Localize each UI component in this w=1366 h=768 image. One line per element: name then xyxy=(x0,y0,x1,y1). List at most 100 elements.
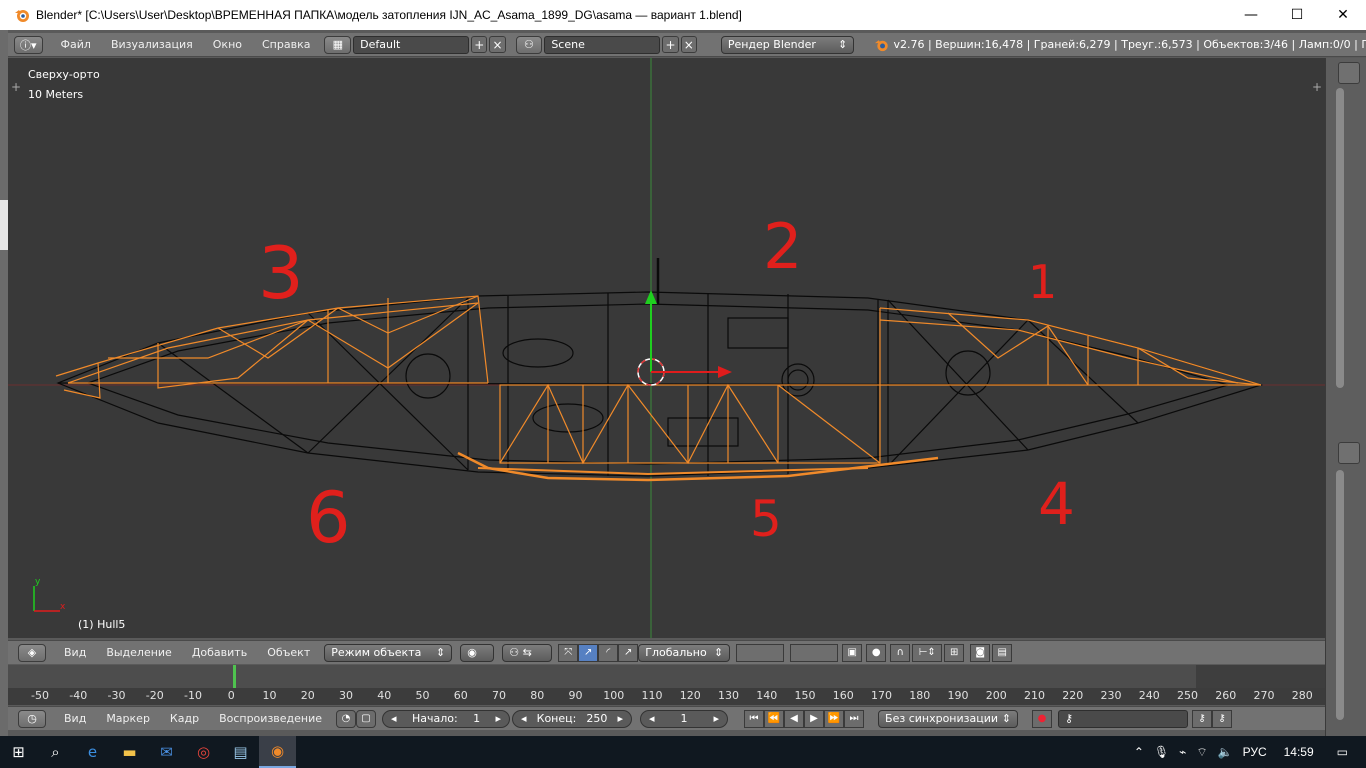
jump-end-button[interactable]: ⏭ xyxy=(844,709,865,728)
menu-window[interactable]: Окно xyxy=(203,38,252,51)
chevron-up-icon[interactable]: ⌃ xyxy=(1134,745,1144,759)
folder-icon: ▬ xyxy=(122,743,137,761)
jump-end-icon: ⏭ xyxy=(849,713,859,724)
menu-object[interactable]: Объект xyxy=(257,646,320,659)
minimize-button[interactable]: — xyxy=(1228,0,1274,30)
snap-target-button[interactable]: ⊞ xyxy=(944,643,965,662)
current-frame-field[interactable]: ◂ 1 ▸ xyxy=(640,709,729,728)
menu-add[interactable]: Добавить xyxy=(182,646,257,659)
start-frame-field[interactable]: ◂ Начало: 1 ▸ xyxy=(382,709,511,728)
pivot-icon: ⚇ ⇆ xyxy=(509,646,532,659)
remove-scene-button[interactable]: × xyxy=(680,36,697,53)
render-image-button[interactable]: ◙ xyxy=(970,643,991,662)
timeline-tick-label: 50 xyxy=(415,689,430,702)
rotate-manipulator-button[interactable]: ◜ xyxy=(598,643,619,662)
screen-layout-button[interactable]: ▦ xyxy=(324,35,352,54)
menu-view[interactable]: Вид xyxy=(54,646,96,659)
blender-app-button[interactable]: ◉ xyxy=(259,736,296,768)
close-button[interactable]: ✕ xyxy=(1320,0,1366,30)
transform-orientation-dropdown[interactable]: Глобально ⇕ xyxy=(638,643,731,662)
explorer-app-button[interactable]: ▬ xyxy=(111,736,148,768)
scene-field[interactable]: Scene xyxy=(544,35,661,54)
timeline-tick-label: 220 xyxy=(1062,689,1084,702)
timeline-ruler[interactable]: -50 -40 -30 -20 -10 0 10 20 30 40 50 60 70 80 90 100 110… xyxy=(8,688,1325,705)
notifications-icon[interactable]: ▭ xyxy=(1337,745,1348,759)
layout-field[interactable]: Default xyxy=(353,35,470,54)
render-engine-dropdown[interactable]: Рендер Blender ⇕ xyxy=(720,35,855,54)
keying-set-field[interactable]: ⚷ xyxy=(1058,709,1189,728)
menu-render[interactable]: Визуализация xyxy=(101,38,203,51)
menu-view-timeline[interactable]: Вид xyxy=(54,712,96,725)
edge-app-button[interactable]: e xyxy=(74,736,111,768)
insert-keyframe-button[interactable]: ⚷ xyxy=(1192,709,1213,728)
snap-toggle-button[interactable]: ∩ xyxy=(890,643,911,662)
notepad-app-button[interactable]: ▤ xyxy=(222,736,259,768)
menu-help[interactable]: Справка xyxy=(252,38,320,51)
scene-selector-button[interactable]: ⚇ xyxy=(515,35,543,54)
render-animation-button[interactable]: ▤ xyxy=(992,643,1013,662)
wifi-icon[interactable]: ⌔ xyxy=(1196,745,1207,760)
timeline-header: ◷ Вид Маркер Кадр Воспроизведение ◔ ▢ ◂ … xyxy=(8,706,1325,730)
remove-layout-button[interactable]: × xyxy=(489,36,506,53)
editor-type-info-button[interactable]: ⓘ▾ xyxy=(14,35,43,54)
microphone-icon[interactable]: 🎙 xyxy=(1154,745,1169,759)
sync-mode-dropdown[interactable]: Без синхронизации ⇕ xyxy=(878,709,1019,728)
search-button[interactable]: ⌕ xyxy=(37,736,74,768)
jump-keyframe-forward-button[interactable]: ⏩ xyxy=(824,709,845,728)
layer-buttons-1[interactable] xyxy=(736,643,785,662)
language-indicator[interactable]: РУС xyxy=(1243,745,1267,759)
end-label: Конец: xyxy=(536,712,577,725)
annotation-2: 2 xyxy=(763,210,802,283)
lock-layers-button[interactable]: ▣ xyxy=(842,643,863,662)
menu-frame[interactable]: Кадр xyxy=(160,712,209,725)
chrome-app-button[interactable]: ◎ xyxy=(185,736,222,768)
editor-type-3dview-button[interactable]: ◈ xyxy=(18,643,46,662)
editor-type-button[interactable] xyxy=(1338,62,1360,84)
scale-manipulator-button[interactable]: ↗ xyxy=(618,643,639,662)
viewport-shading-dropdown[interactable]: ◉ xyxy=(460,643,495,662)
network-icon[interactable]: ⌁ xyxy=(1179,745,1186,759)
start-button[interactable]: ⊞ xyxy=(0,736,37,768)
vertical-scrollbar[interactable] xyxy=(1336,88,1344,388)
volume-icon[interactable]: 🔈 xyxy=(1218,745,1233,759)
translate-manipulator-button[interactable]: ↗ xyxy=(578,643,599,662)
preview-range-button[interactable]: ◔ xyxy=(336,709,357,728)
3d-viewport[interactable]: Сверху-орто 10 Meters + + 1 2 3 4 5 6 y … xyxy=(8,58,1325,638)
x-icon: × xyxy=(683,37,694,52)
current-frame-cursor[interactable] xyxy=(233,665,236,688)
timeline-editor[interactable]: -50 -40 -30 -20 -10 0 10 20 30 40 50 60 70 80 90 100 110… xyxy=(8,665,1325,705)
layer-buttons-2[interactable] xyxy=(790,643,839,662)
snap-element-dropdown[interactable]: ⊢⇕ xyxy=(912,643,943,662)
maximize-button[interactable]: ☐ xyxy=(1274,0,1320,30)
vertical-scrollbar-2[interactable] xyxy=(1336,470,1344,720)
plus-icon: + xyxy=(665,37,676,52)
delete-keyframe-button[interactable]: ⚷ xyxy=(1212,709,1233,728)
timeline-tick-label: 80 xyxy=(530,689,545,702)
editor-type-timeline-button[interactable]: ◷ xyxy=(18,709,46,728)
proportional-edit-button[interactable]: ● xyxy=(866,643,887,662)
timeline-tick-label: 200 xyxy=(985,689,1007,702)
add-layout-button[interactable]: + xyxy=(471,36,488,53)
editor-type-button-2[interactable] xyxy=(1338,442,1360,464)
clock[interactable]: 14:59 xyxy=(1284,745,1314,759)
lock-time-button[interactable]: ▢ xyxy=(356,709,377,728)
mode-dropdown[interactable]: Режим объекта ⇕ xyxy=(324,643,453,662)
mail-app-button[interactable]: ✉ xyxy=(148,736,185,768)
pivot-point-dropdown[interactable]: ⚇ ⇆ xyxy=(502,643,553,662)
menu-playback[interactable]: Воспроизведение xyxy=(209,712,332,725)
axis-x-label: x xyxy=(60,602,66,612)
play-button[interactable]: ▶ xyxy=(804,709,825,728)
camera-icon: ◙ xyxy=(975,647,986,658)
jump-start-button[interactable]: ⏮ xyxy=(744,709,765,728)
auto-keying-button[interactable]: ● xyxy=(1032,709,1053,728)
add-scene-button[interactable]: + xyxy=(662,36,679,53)
end-frame-field[interactable]: ◂ Конец: 250 ▸ xyxy=(512,709,633,728)
menu-select[interactable]: Выделение xyxy=(96,646,182,659)
menu-file[interactable]: Файл xyxy=(51,38,101,51)
jump-keyframe-back-button[interactable]: ⏪ xyxy=(764,709,785,728)
menu-marker[interactable]: Маркер xyxy=(96,712,160,725)
manipulator-toggle-button[interactable]: ⤧ xyxy=(558,643,579,662)
play-reverse-button[interactable]: ◀ xyxy=(784,709,805,728)
annotation-6: 6 xyxy=(306,477,351,559)
lock-icon: ▣ xyxy=(847,647,857,658)
